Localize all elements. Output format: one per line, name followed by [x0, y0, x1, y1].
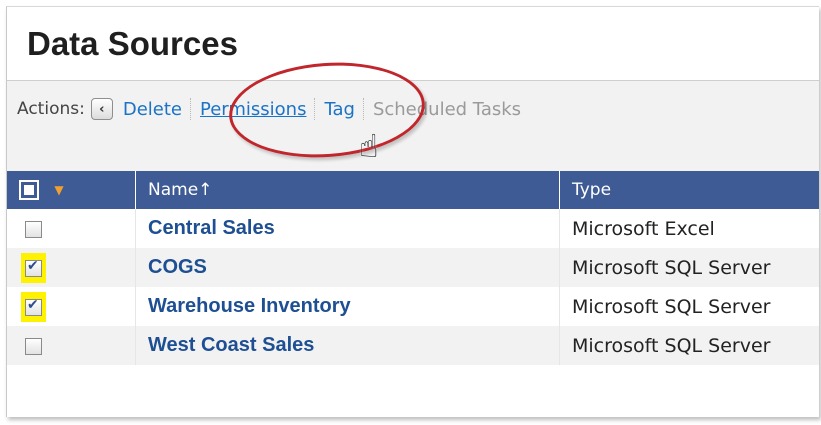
- table-row: Central Sales Microsoft Excel: [7, 209, 819, 248]
- hand-pointer-icon: ☝: [359, 127, 379, 165]
- data-source-name-link[interactable]: Warehouse Inventory: [135, 287, 560, 326]
- data-source-type: Microsoft Excel: [572, 217, 715, 240]
- row-checkbox-wrapper: [23, 216, 44, 242]
- row-checkbox[interactable]: [25, 337, 42, 355]
- permissions-action[interactable]: Permissions: [192, 99, 314, 120]
- tag-action[interactable]: Tag: [316, 99, 362, 120]
- actions-toolbar: Actions: ‹ Delete Permissions Tag Schedu…: [7, 81, 819, 177]
- data-source-type: Microsoft SQL Server: [559, 326, 819, 365]
- select-all-header[interactable]: ▼: [7, 171, 136, 209]
- dropdown-arrow-icon[interactable]: ▼: [54, 183, 63, 197]
- collapse-actions-button[interactable]: ‹: [90, 98, 113, 120]
- row-checkbox-wrapper: [21, 291, 46, 322]
- row-checkbox[interactable]: [25, 297, 42, 316]
- type-column-label: Type: [572, 180, 612, 200]
- data-source-name-link[interactable]: COGS: [135, 248, 560, 287]
- row-checkbox-wrapper: [23, 333, 44, 359]
- row-checkbox-wrapper: [21, 252, 46, 283]
- row-checkbox[interactable]: [25, 220, 42, 238]
- actions-label: Actions:: [17, 99, 85, 119]
- sort-ascending-icon: ↑: [198, 180, 213, 200]
- chevron-left-icon: ‹: [99, 101, 105, 117]
- name-column-label: Name: [148, 180, 199, 200]
- name-column-header[interactable]: Name↑: [135, 171, 560, 209]
- type-column-header[interactable]: Type: [559, 171, 819, 209]
- data-source-type: Microsoft SQL Server: [559, 248, 819, 287]
- table-header-row: ▼ Name↑ Type: [7, 171, 819, 209]
- data-source-name-link[interactable]: Central Sales: [135, 209, 560, 248]
- table-row: COGS Microsoft SQL Server: [7, 248, 819, 287]
- select-all-checkbox[interactable]: [19, 180, 39, 200]
- delete-action[interactable]: Delete: [123, 99, 190, 120]
- table-row: West Coast Sales Microsoft SQL Server: [7, 326, 819, 365]
- table-row: Warehouse Inventory Microsoft SQL Server: [7, 287, 819, 326]
- data-sources-table: ▼ Name↑ Type Central Sales Microsoft Exc…: [7, 171, 819, 365]
- data-sources-panel: Data Sources Actions: ‹ Delete Permissio…: [6, 6, 819, 417]
- scheduled-tasks-action: Scheduled Tasks: [372, 98, 522, 120]
- page-title: Data Sources: [27, 25, 238, 62]
- data-source-name-link[interactable]: West Coast Sales: [135, 326, 560, 365]
- data-source-type: Microsoft SQL Server: [572, 295, 771, 318]
- row-checkbox[interactable]: [25, 258, 42, 277]
